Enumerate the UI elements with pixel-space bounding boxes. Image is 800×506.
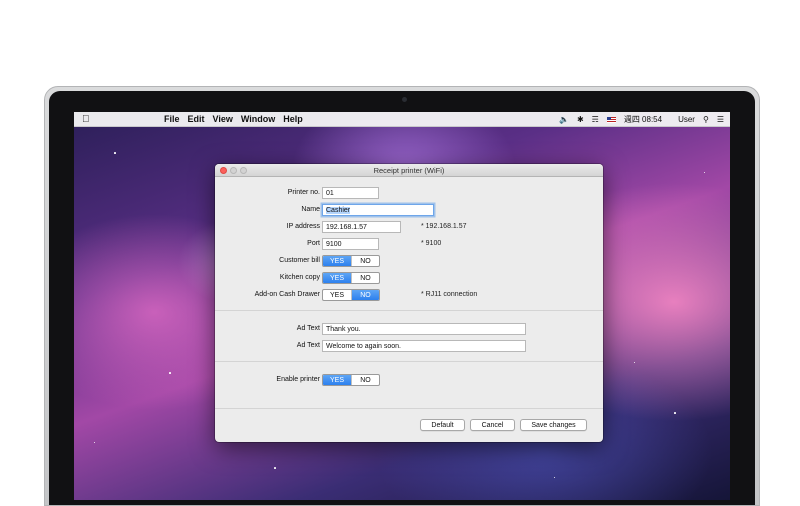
star bbox=[94, 442, 95, 443]
cash-drawer-toggle: YES NO bbox=[322, 288, 380, 301]
ad-text-label: Ad Text bbox=[296, 325, 320, 332]
name-label: Name bbox=[301, 206, 320, 213]
menu-help[interactable]: Help bbox=[279, 112, 307, 127]
menubar-clock[interactable]: 週四 08:54 bbox=[624, 114, 662, 125]
enable-printer-yes[interactable]: YES bbox=[323, 374, 351, 385]
window-titlebar: Receipt printer (WiFi) bbox=[215, 164, 603, 177]
camera-icon bbox=[402, 97, 407, 102]
star bbox=[169, 372, 171, 374]
port-row: Port 9100 * 9100 bbox=[215, 237, 603, 250]
cancel-button[interactable]: Cancel bbox=[470, 419, 515, 431]
printer-no-field[interactable]: 01 bbox=[322, 186, 379, 199]
separator bbox=[215, 310, 603, 311]
save-changes-button[interactable]: Save changes bbox=[520, 419, 587, 431]
menu-edit[interactable]: Edit bbox=[184, 112, 209, 127]
cash-drawer-yes[interactable]: YES bbox=[323, 290, 351, 300]
kitchen-copy-yes[interactable]: YES bbox=[323, 272, 351, 283]
status-area: 🔈 ✱ ☴ 週四 08:54 User ⚲ ☰ bbox=[551, 112, 724, 127]
port-label: Port bbox=[307, 240, 320, 247]
enable-printer-no[interactable]: NO bbox=[351, 374, 379, 385]
kitchen-copy-toggle: YES NO bbox=[322, 271, 380, 284]
receipt-printer-window: Receipt printer (WiFi) Printer no. 01 Na… bbox=[215, 164, 603, 442]
list-icon[interactable]: ☰ bbox=[717, 115, 724, 124]
star bbox=[274, 467, 276, 469]
menubar:  File Edit View Window Help 🔈 ✱ ☴ 週四 08… bbox=[74, 112, 730, 127]
minimize-icon[interactable] bbox=[230, 166, 237, 174]
window-title: Receipt printer (WiFi) bbox=[373, 166, 445, 175]
cash-drawer-row: Add-on Cash Drawer YES NO * RJ11 connect… bbox=[215, 288, 603, 301]
wifi-icon[interactable]: ☴ bbox=[592, 115, 599, 124]
port-hint: * 9100 bbox=[421, 240, 442, 247]
cash-drawer-label: Add-on Cash Drawer bbox=[254, 291, 320, 298]
enable-printer-row: Enable printer YES NO bbox=[215, 373, 603, 386]
enable-printer-label: Enable printer bbox=[276, 376, 320, 383]
port-field[interactable]: 9100 bbox=[322, 237, 379, 250]
customer-bill-no[interactable]: NO bbox=[351, 255, 379, 266]
name-field-value: Cashier bbox=[326, 206, 351, 214]
default-button[interactable]: Default bbox=[420, 419, 465, 431]
cash-drawer-hint: * RJ11 connection bbox=[421, 291, 478, 298]
kitchen-copy-no[interactable]: NO bbox=[351, 272, 379, 283]
ip-address-row: IP address 192.168.1.57 * 192.168.1.57 bbox=[215, 220, 603, 233]
name-row: Name Cashier bbox=[215, 203, 603, 216]
close-icon[interactable] bbox=[220, 166, 227, 174]
star bbox=[114, 152, 116, 154]
ip-address-field[interactable]: 192.168.1.57 bbox=[322, 220, 401, 233]
star bbox=[634, 362, 635, 363]
star bbox=[704, 172, 705, 173]
ip-address-hint: * 192.168.1.57 bbox=[421, 223, 467, 230]
star bbox=[674, 412, 676, 414]
printer-no-row: Printer no. 01 bbox=[215, 186, 603, 199]
separator bbox=[215, 408, 603, 409]
customer-bill-toggle: YES NO bbox=[322, 254, 380, 267]
menubar-user[interactable]: User bbox=[678, 115, 695, 124]
ad-text-row: Ad Text Welcome to again soon. bbox=[215, 339, 603, 352]
bluetooth-icon[interactable]: ✱ bbox=[577, 115, 584, 124]
enable-printer-toggle: YES NO bbox=[322, 373, 380, 386]
volume-icon[interactable]: 🔈 bbox=[559, 115, 569, 124]
kitchen-copy-label: Kitchen copy bbox=[279, 274, 320, 281]
ip-address-label: IP address bbox=[286, 223, 320, 230]
desktop-screen:  File Edit View Window Help 🔈 ✱ ☴ 週四 08… bbox=[74, 112, 730, 500]
ad-text-field[interactable]: Thank you. bbox=[322, 322, 526, 335]
flag-icon[interactable] bbox=[606, 116, 616, 123]
ad-text-row: Ad Text Thank you. bbox=[215, 322, 603, 335]
printer-no-label: Printer no. bbox=[287, 189, 320, 196]
kitchen-copy-row: Kitchen copy YES NO bbox=[215, 271, 603, 284]
ad-text-label: Ad Text bbox=[296, 342, 320, 349]
name-field[interactable]: Cashier bbox=[322, 203, 434, 216]
ad-text-field[interactable]: Welcome to again soon. bbox=[322, 339, 526, 352]
apple-icon[interactable]:  bbox=[82, 112, 98, 127]
menu-window[interactable]: Window bbox=[237, 112, 279, 127]
menu-view[interactable]: View bbox=[209, 112, 237, 127]
customer-bill-yes[interactable]: YES bbox=[323, 255, 351, 266]
menu-file[interactable]: File bbox=[160, 112, 184, 127]
customer-bill-row: Customer bill YES NO bbox=[215, 254, 603, 267]
separator bbox=[215, 361, 603, 362]
zoom-icon[interactable] bbox=[240, 166, 247, 174]
menu-items: File Edit View Window Help bbox=[160, 112, 307, 127]
search-icon[interactable]: ⚲ bbox=[703, 115, 709, 124]
star bbox=[554, 477, 555, 478]
cash-drawer-no[interactable]: NO bbox=[351, 289, 379, 300]
customer-bill-label: Customer bill bbox=[279, 257, 320, 264]
